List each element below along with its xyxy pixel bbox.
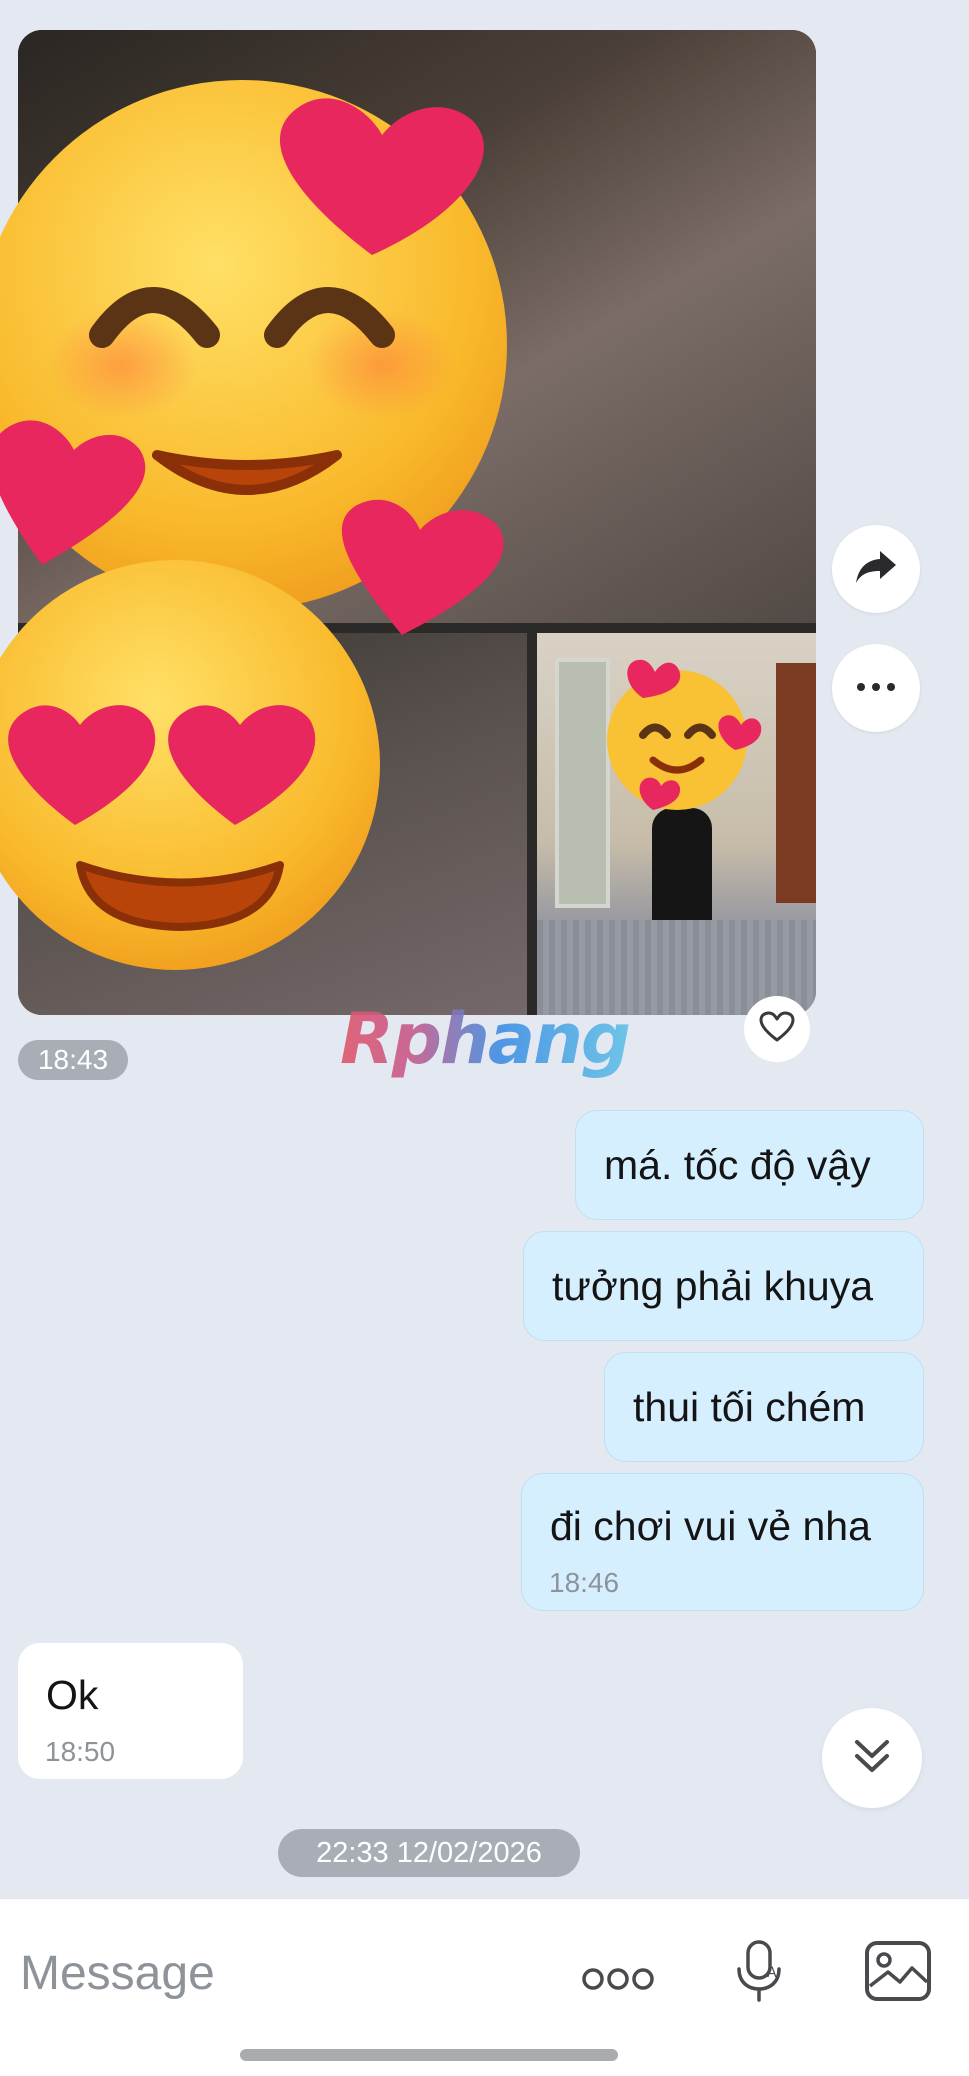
date-separator: 22:33 12/02/2026 xyxy=(278,1829,580,1877)
outgoing-message[interactable]: thui tối chém xyxy=(604,1352,924,1462)
voice-button[interactable]: A xyxy=(726,1935,792,2011)
message-text: Ok xyxy=(46,1672,99,1718)
three-circles-icon xyxy=(581,1967,655,1996)
message-text: tưởng phải khuya xyxy=(552,1263,874,1309)
more-dots-icon xyxy=(856,679,896,697)
outgoing-message[interactable]: má. tốc độ vậy xyxy=(575,1110,924,1220)
photo-wardrobe xyxy=(776,663,816,903)
heart-eyes-emoji-sticker xyxy=(0,555,380,975)
gallery-button[interactable] xyxy=(860,1935,936,2011)
message-text: thui tối chém xyxy=(633,1384,866,1430)
album-time-badge: 18:43 xyxy=(18,1040,128,1080)
message-time: 18:46 xyxy=(549,1567,620,1598)
photo-door xyxy=(555,658,610,908)
heart-outline-icon xyxy=(759,1011,795,1048)
incoming-message[interactable]: Ok 18:50 xyxy=(18,1643,243,1779)
double-chevron-down-icon xyxy=(853,1736,891,1781)
home-indicator[interactable] xyxy=(240,2049,618,2061)
message-text: đi chơi vui vẻ nha xyxy=(550,1503,871,1549)
forward-arrow-icon xyxy=(854,547,898,592)
microphone-icon: A xyxy=(735,1939,783,2008)
react-heart-button[interactable] xyxy=(744,996,810,1062)
image-gallery-icon xyxy=(864,1940,932,2007)
scroll-to-bottom-button[interactable] xyxy=(822,1708,922,1808)
face-cover-emoji-sticker xyxy=(603,650,763,820)
forward-button[interactable] xyxy=(832,525,920,613)
message-input[interactable] xyxy=(20,1943,500,2003)
message-text: má. tốc độ vậy xyxy=(604,1142,871,1188)
outgoing-message[interactable]: tưởng phải khuya xyxy=(523,1231,924,1341)
svg-text:A: A xyxy=(767,1965,777,1981)
message-time: 18:50 xyxy=(45,1736,116,1767)
outgoing-message[interactable]: đi chơi vui vẻ nha 18:46 xyxy=(521,1473,924,1611)
options-button[interactable] xyxy=(578,1949,658,2013)
photo-person xyxy=(652,808,712,928)
watermark-logo: Rphang xyxy=(340,998,631,1080)
more-options-button[interactable] xyxy=(832,644,920,732)
